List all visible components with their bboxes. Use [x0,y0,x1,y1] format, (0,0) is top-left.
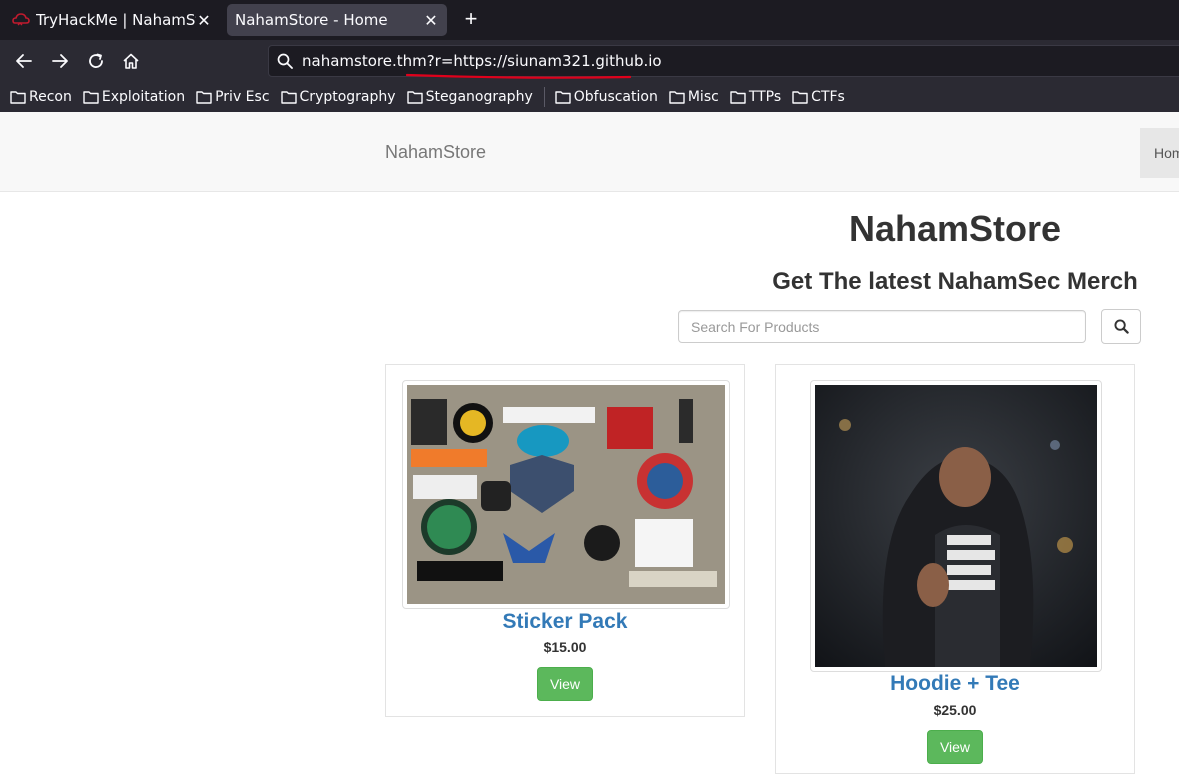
bookmark-obfuscation[interactable]: Obfuscation [555,89,658,105]
view-button[interactable]: View [927,730,983,764]
folder-icon [83,91,99,104]
bookmark-exploitation[interactable]: Exploitation [83,89,185,105]
product-card-sticker-pack: Sticker Pack $15.00 View [385,364,745,717]
bookmark-label: Obfuscation [573,89,658,105]
nav-home-link[interactable]: Home [1140,128,1179,178]
folder-icon [10,91,26,104]
bookmark-label: CTFs [811,89,845,105]
bookmark-misc[interactable]: Misc [669,89,719,105]
url-text: nahamstore.thm?r=https://siunam321.githu… [302,52,662,70]
view-button[interactable]: View [537,667,593,701]
tab-title: NahamStore - Home [235,11,388,29]
folder-icon [555,91,571,104]
bookmark-label: Steganography [425,89,533,105]
folder-icon [792,91,808,104]
tab-bar: TryHackMe | NahamStore ✕ NahamStore - Ho… [0,0,1179,40]
address-bar[interactable]: nahamstore.thm?r=https://siunam321.githu… [268,45,1179,79]
site-navbar: NahamStore Home [0,112,1179,192]
product-name[interactable]: Hoodie + Tee [776,672,1134,696]
bookmark-separator [543,87,545,107]
tab-tryhackme[interactable]: TryHackMe | NahamStore ✕ [4,4,220,36]
close-icon[interactable]: ✕ [196,11,212,30]
product-price: $25.00 [933,702,977,718]
product-name[interactable]: Sticker Pack [386,610,744,634]
tryhackme-favicon-icon [12,12,30,28]
folder-icon [280,91,297,104]
bookmark-label: Exploitation [101,89,186,105]
navigation-toolbar: nahamstore.thm?r=https://siunam321.githu… [0,40,1179,82]
bookmark-cryptography[interactable]: Cryptography [280,89,396,105]
search-button[interactable] [1101,309,1141,344]
home-icon[interactable] [119,49,143,73]
bookmark-recon[interactable]: Recon [10,89,72,105]
bookmark-label: TTPs [748,89,782,105]
folder-icon [406,91,423,104]
bookmark-label: Misc [687,89,719,105]
bookmark-priv-esc[interactable]: Priv Esc [196,89,270,105]
bookmark-label: Priv Esc [215,89,270,105]
bookmark-ttps[interactable]: TTPs [730,89,781,105]
back-arrow-icon[interactable] [12,49,36,73]
product-card-hoodie-tee: Hoodie + Tee $25.00 View [775,364,1135,774]
bookmarks-toolbar: Recon Exploitation Priv Esc Cryptography… [0,82,1179,112]
page-subtitle: Get The latest NahamSec Merch [772,268,1138,295]
search-icon [277,53,293,74]
plus-icon[interactable]: + [458,6,484,34]
tab-title: TryHackMe | NahamStore [36,11,196,29]
product-image-sticker-pack[interactable] [402,380,730,609]
bookmark-ctfs[interactable]: CTFs [792,89,845,105]
page-title: NahamStore [848,208,1062,249]
bookmark-steganography[interactable]: Steganography [406,89,533,105]
bookmark-label: Cryptography [299,89,396,105]
bookmark-label: Recon [29,89,72,105]
red-underline-annotation [406,73,631,79]
brand-link[interactable]: NahamStore [385,142,486,163]
tab-nahamstore-home[interactable]: NahamStore - Home ✕ [227,4,447,36]
search-input[interactable] [678,310,1086,343]
product-image-hoodie-tee[interactable] [810,380,1102,672]
product-price: $15.00 [543,639,587,655]
close-icon[interactable]: ✕ [423,11,439,30]
folder-icon [669,91,685,104]
folder-icon [196,91,212,104]
reload-icon[interactable] [84,49,108,73]
folder-icon [730,91,746,104]
search-icon [1113,319,1129,334]
forward-arrow-icon[interactable] [48,49,72,73]
